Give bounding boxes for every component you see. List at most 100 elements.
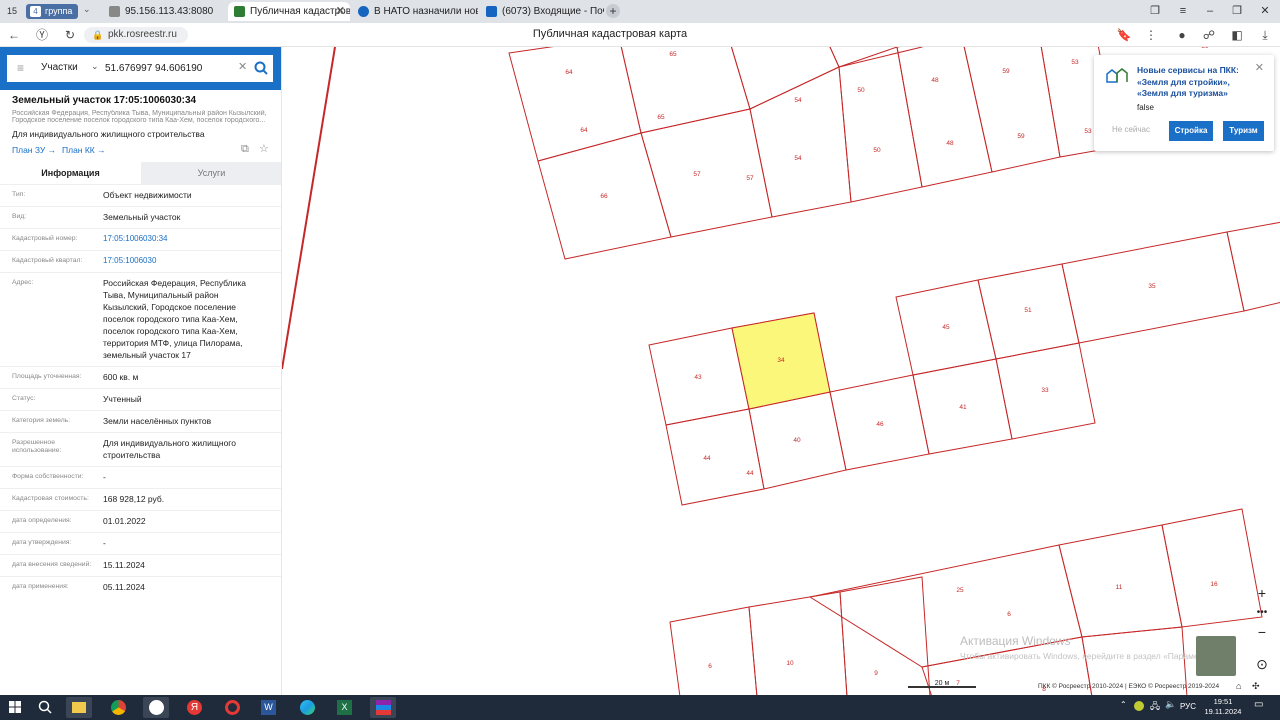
parcel-number-label: 54 [794, 155, 802, 162]
plan-kk-label: План КК [62, 145, 95, 155]
parcel-outline[interactable] [1226, 221, 1280, 312]
back-icon[interactable]: ← [6, 27, 22, 43]
star-icon[interactable]: ☆ [259, 143, 271, 155]
search-icon[interactable] [32, 697, 58, 718]
attr-row: дата применения: 05.11.2024 [0, 576, 281, 598]
attr-value: Учтенный [103, 394, 142, 404]
parcel-outline[interactable] [1161, 508, 1263, 628]
excel-icon[interactable]: X [331, 697, 357, 718]
tab-mail[interactable]: (6073) Входящие - Почта [480, 2, 604, 21]
tourism-button[interactable]: Туризм [1223, 121, 1264, 141]
parcel-usage: Для индивидуального жилищного строительс… [12, 129, 205, 139]
info-sidebar: ≡ Участки ⌄ ✕ Земельный участок 17:05:10… [0, 47, 282, 695]
download-icon[interactable]: ⤓ [1257, 27, 1273, 43]
bookmark-icon[interactable]: 🔖 [1116, 27, 1132, 43]
hamburger-icon[interactable]: ≡ [17, 61, 24, 75]
locate-icon[interactable]: ⊙ [1250, 654, 1274, 674]
chevron-down-icon[interactable]: ⌄ [83, 4, 91, 15]
maximize-button[interactable]: ❐ [1228, 3, 1246, 19]
parcel-outline[interactable] [838, 47, 923, 203]
build-button[interactable]: Стройка [1169, 121, 1213, 141]
chat-icon[interactable]: ☍ [1201, 27, 1217, 43]
new-tab-button[interactable]: + [606, 4, 620, 18]
parcel-outline[interactable] [962, 47, 1061, 173]
tray-app-icon[interactable] [1134, 701, 1144, 711]
windows-start-icon[interactable] [2, 697, 28, 718]
parcel-number-label: 48 [946, 140, 954, 147]
parcel-number-label: 65 [657, 114, 665, 121]
yandex-browser-icon[interactable] [143, 697, 169, 718]
search-type-select[interactable]: Участки [41, 62, 78, 73]
winrar-icon[interactable] [370, 697, 396, 718]
tab-ip-address[interactable]: 95.156.113.43:8080 [103, 2, 227, 21]
reload-icon[interactable]: ↻ [62, 27, 78, 43]
parcel-outline[interactable] [896, 47, 993, 188]
parcel-outline[interactable] [748, 591, 848, 695]
yandex-icon[interactable]: Ⓨ [34, 27, 50, 43]
tab-group-chip[interactable]: 4 группа 1 [26, 4, 78, 31]
volume-icon[interactable]: 🔈 [1165, 699, 1176, 710]
edge-icon[interactable] [294, 697, 320, 718]
tab-counter[interactable]: 15 [4, 4, 20, 19]
extension-icon[interactable]: ● [1174, 27, 1190, 43]
tray-expand-icon[interactable]: ⌃ [1120, 700, 1127, 709]
parcel-outline[interactable] [665, 408, 765, 506]
yandex-icon[interactable]: Я [181, 697, 207, 718]
basemap-switcher[interactable] [1196, 636, 1236, 676]
cadastral-number-link[interactable]: 17:05:1006030:34 [103, 233, 273, 245]
parcel-number-label: 46 [876, 421, 884, 428]
parcel-outline[interactable] [724, 47, 840, 110]
clear-icon[interactable]: ✕ [238, 60, 247, 73]
search-icon[interactable] [252, 58, 270, 78]
bookmarks-icon[interactable]: ❐ [1146, 3, 1164, 19]
close-icon[interactable]: ✕ [1255, 61, 1264, 74]
plan-kk-link[interactable]: План КК → [62, 145, 106, 155]
system-clock[interactable]: 19:51 19.11.2024 [1200, 697, 1246, 717]
tab-pkk[interactable]: Публичная кадастров ✕ [228, 2, 350, 21]
more-icon[interactable]: ⋮ [1143, 27, 1159, 43]
chrome-icon[interactable] [105, 697, 131, 718]
url-field[interactable]: 🔒 pkk.rosreestr.ru [84, 27, 188, 43]
parcel-outline[interactable] [1058, 524, 1183, 638]
more-options-icon[interactable]: ••• [1250, 603, 1274, 623]
parcel-outline[interactable] [839, 576, 931, 695]
parcel-number-label: 57 [693, 171, 701, 178]
attr-label: Кадастровый квартал: [12, 257, 83, 264]
close-window-button[interactable]: ✕ [1256, 3, 1274, 19]
notifications-icon[interactable]: ▭ [1254, 699, 1263, 710]
copy-icon[interactable]: ⧉ [241, 143, 253, 155]
plan-zu-link[interactable]: План ЗУ → [12, 145, 56, 155]
compass-icon[interactable]: ✣ [1252, 681, 1260, 692]
attr-row: дата определения: 01.01.2022 [0, 510, 281, 532]
language-indicator[interactable]: РУС [1180, 702, 1196, 711]
not-now-button[interactable]: Не сейчас [1112, 125, 1150, 134]
parcel-outline[interactable] [749, 66, 852, 218]
attr-value: Земельный участок [103, 212, 181, 222]
attr-row: Разрешенное использование: Для индивидуа… [0, 432, 281, 466]
search-input[interactable] [105, 59, 235, 78]
minimize-button[interactable]: – [1201, 3, 1219, 19]
zoom-in-button[interactable]: + [1250, 583, 1274, 603]
home-icon[interactable]: ⌂ [1236, 681, 1241, 691]
profile-icon[interactable]: ◧ [1229, 27, 1245, 43]
attr-label: Кадастровая стоимость: [12, 495, 89, 502]
parcel-outline[interactable] [669, 606, 758, 695]
opera-icon[interactable] [219, 697, 245, 718]
cadastral-quarter-link[interactable]: 17:05:1006030 [103, 255, 273, 267]
parcel-outline[interactable] [619, 47, 751, 134]
tab-services[interactable]: Услуги [141, 162, 281, 184]
attr-label: Тип: [12, 191, 26, 198]
tab-nato-news[interactable]: В НАТО назначили новог [352, 2, 478, 21]
zoom-out-button[interactable]: − [1250, 622, 1274, 642]
parcel-outline[interactable] [508, 47, 642, 162]
close-icon[interactable]: ✕ [336, 2, 345, 21]
district-boundary [282, 47, 336, 370]
parcel-outline[interactable] [808, 544, 1083, 668]
parcel-outline[interactable] [640, 108, 773, 238]
chevron-down-icon[interactable]: ⌄ [91, 61, 99, 72]
tab-information[interactable]: Информация [0, 162, 141, 184]
word-icon[interactable]: W [255, 697, 281, 718]
file-explorer-icon[interactable] [66, 697, 92, 718]
network-icon[interactable]: 🖧 [1150, 699, 1160, 715]
menu-icon[interactable]: ≡ [1174, 3, 1192, 19]
